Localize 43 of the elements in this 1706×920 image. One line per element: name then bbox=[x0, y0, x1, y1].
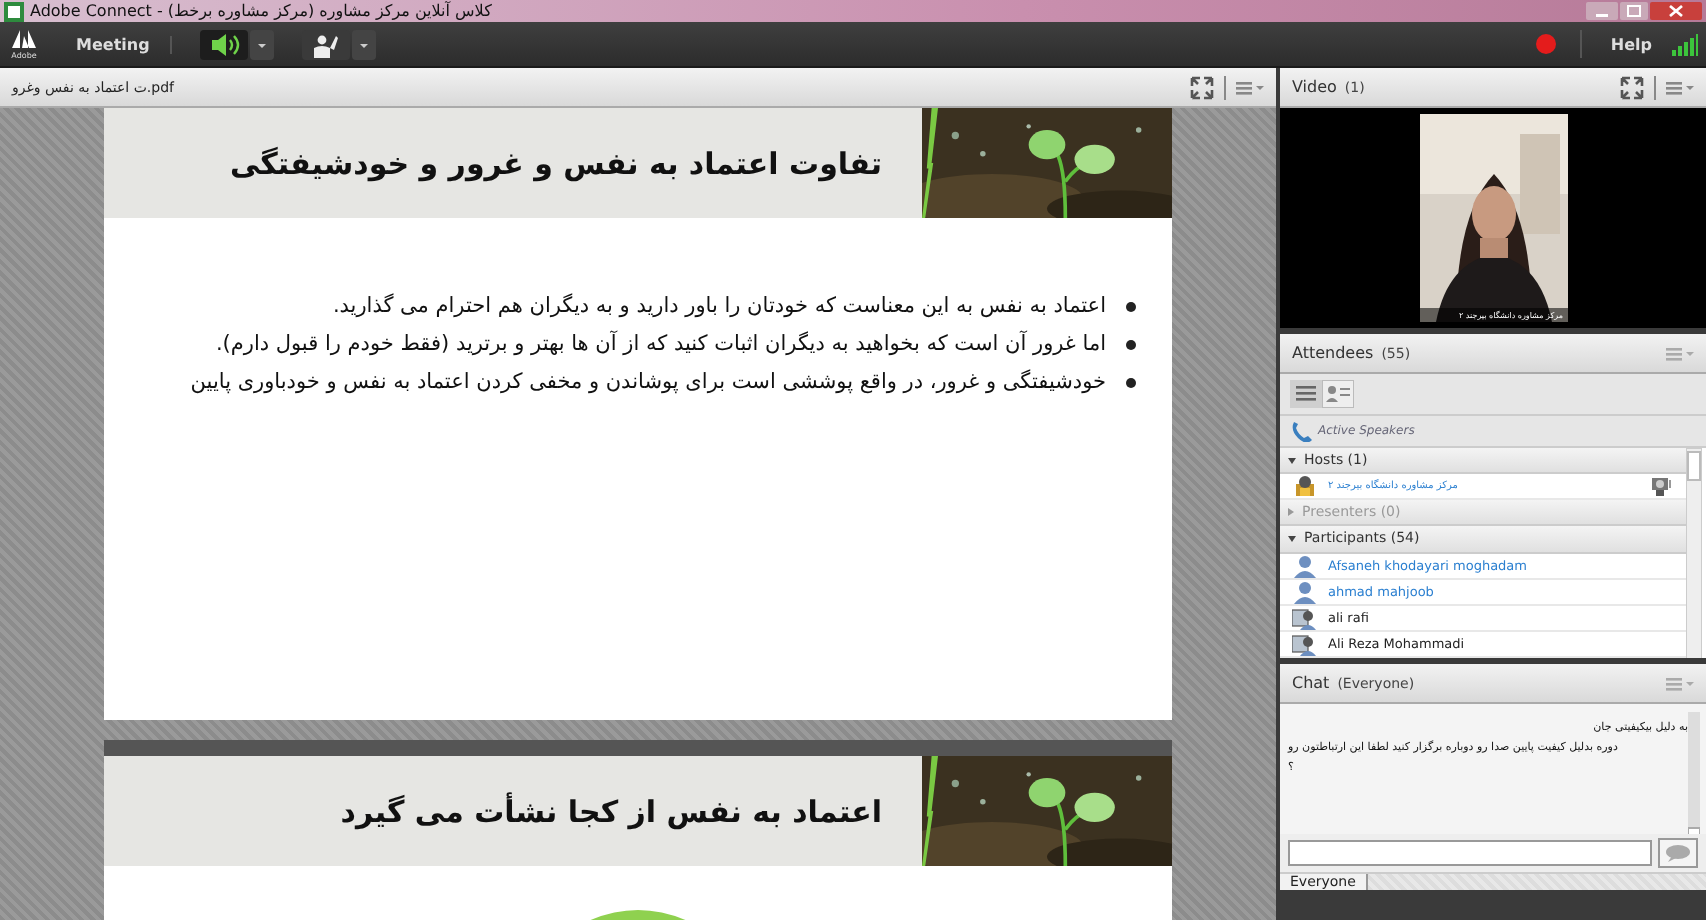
list-view-icon[interactable] bbox=[1290, 380, 1322, 408]
maximize-button[interactable] bbox=[1620, 2, 1648, 20]
window-title: کلاس آنلاین مرکز مشاوره (مرکز مشاوره برخط) - Adobe Connect bbox=[30, 2, 492, 20]
bullet-text: اما غرور آن است که بخواهید به دیگران اثبات کنید که از آن ها بهتر و برترید (فقط خودم را قبول دارم). bbox=[215, 332, 1106, 356]
pod-title: Video bbox=[1292, 78, 1337, 96]
scrollbar[interactable] bbox=[1686, 448, 1702, 658]
message-input[interactable] bbox=[1288, 840, 1652, 866]
minimize-button[interactable] bbox=[1586, 2, 1618, 20]
dropdown-icon[interactable] bbox=[351, 29, 376, 59]
slide-title: اعتماد به نفس از کجا نشأت می گیرد bbox=[340, 793, 884, 829]
guest-user-icon bbox=[1292, 631, 1318, 656]
fullscreen-icon[interactable] bbox=[1620, 75, 1644, 99]
meeting-menu[interactable]: Meeting bbox=[56, 35, 172, 53]
pod-menu-icon[interactable] bbox=[1666, 345, 1694, 361]
slide-title: تفاوت اعتماد به نفس و غرور و خودشیفتگی bbox=[229, 145, 884, 181]
adobe-logo-icon bbox=[12, 29, 36, 47]
close-button[interactable] bbox=[1650, 2, 1702, 20]
app-icon bbox=[4, 1, 24, 21]
pod-menu-icon[interactable] bbox=[1666, 675, 1694, 691]
bullet-icon bbox=[1126, 377, 1136, 387]
bullet-icon bbox=[1126, 301, 1136, 311]
raised-hand-icon[interactable] bbox=[301, 29, 350, 59]
fullscreen-icon[interactable] bbox=[1190, 75, 1214, 99]
webcam-icon bbox=[1650, 474, 1674, 499]
bullet-icon bbox=[1126, 339, 1136, 349]
pod-title: Attendees bbox=[1292, 344, 1374, 362]
pod-menu-icon[interactable] bbox=[1236, 79, 1264, 95]
user-view-icon[interactable] bbox=[1322, 380, 1354, 408]
help-menu[interactable]: Help bbox=[1606, 35, 1656, 53]
guest-user-icon bbox=[1292, 605, 1318, 630]
user-icon bbox=[1292, 579, 1318, 604]
signal-strength-icon bbox=[1672, 33, 1698, 55]
user-icon bbox=[1292, 553, 1318, 578]
phone-icon bbox=[1290, 420, 1312, 442]
host-user-icon bbox=[1292, 474, 1318, 499]
dropdown-icon[interactable] bbox=[249, 29, 274, 59]
send-button[interactable] bbox=[1658, 838, 1698, 868]
bullet-text: خودشیفتگی و غرور، در واقع پوششی است برای پوشاندن و مخفی کردن اعتماد به نفس و خودباوری پایین bbox=[190, 370, 1106, 394]
scrollbar[interactable] bbox=[1688, 712, 1700, 840]
bullet-text: اعتماد به نفس به این معناست که خودتان را باور دارید و به دیگران هم احترام می گذارید. bbox=[332, 294, 1106, 318]
pod-menu-icon[interactable] bbox=[1666, 79, 1694, 95]
pod-title: Chat bbox=[1292, 674, 1330, 692]
speaker-icon[interactable] bbox=[199, 29, 248, 59]
